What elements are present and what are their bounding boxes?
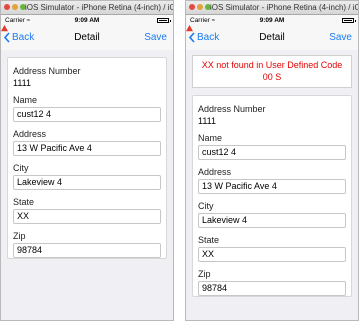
save-button[interactable]: Save: [329, 32, 352, 43]
state-field[interactable]: XX: [13, 209, 161, 224]
ios-status-bar: Carrier ≈ 9:09 AM: [186, 15, 358, 26]
address-label: Address: [13, 129, 47, 139]
navigation-bar: Back Detail Save: [1, 25, 173, 51]
zip-label: Zip: [198, 269, 211, 279]
simulator-titlebar: iOS Simulator - iPhone Retina (4-inch) /…: [1, 1, 173, 15]
name-label: Name: [13, 95, 38, 105]
zip-label: Zip: [13, 231, 26, 241]
simulator-title: iOS Simulator - iPhone Retina (4-inch) /…: [210, 3, 358, 12]
minimize-window-button[interactable]: [12, 4, 18, 10]
save-button[interactable]: Save: [144, 32, 167, 43]
simulator-titlebar: iOS Simulator - iPhone Retina (4-inch) /…: [186, 1, 358, 15]
window-controls: [189, 4, 211, 10]
address-field[interactable]: 13 W Pacific Ave 4: [198, 179, 346, 194]
simulator-window-left: iOS Simulator - iPhone Retina (4-inch) /…: [0, 0, 174, 321]
address-form: Address Number 1111 Name cust12 4 Addres…: [7, 57, 167, 259]
detail-content: Address Number 1111 Name cust12 4 Addres…: [1, 50, 173, 320]
simulator-title: iOS Simulator - iPhone Retina (4-inch) /…: [25, 3, 173, 12]
status-time: 9:09 AM: [74, 17, 100, 24]
address-form: Address Number 1111 Name cust12 4 Addres…: [192, 95, 352, 297]
warning-icon: [1, 25, 8, 32]
state-label: State: [13, 197, 35, 207]
city-label: City: [198, 201, 214, 211]
city-label: City: [13, 163, 29, 173]
address-number-label: Address Number: [13, 66, 81, 76]
name-field[interactable]: cust12 4: [198, 145, 346, 160]
address-number-label: Address Number: [198, 104, 266, 114]
detail-content: XX not found in User Defined Code 00 S A…: [186, 50, 358, 320]
city-field[interactable]: Lakeview 4: [198, 213, 346, 228]
close-window-button[interactable]: [189, 4, 195, 10]
zip-field[interactable]: 98784: [13, 243, 161, 258]
close-window-button[interactable]: [4, 4, 10, 10]
address-number-value: 1111: [198, 116, 217, 126]
city-field[interactable]: Lakeview 4: [13, 175, 161, 190]
warning-icon: [186, 25, 193, 32]
navigation-bar: Back Detail Save: [186, 25, 358, 51]
window-controls: [4, 4, 26, 10]
status-time: 9:09 AM: [259, 17, 285, 24]
state-label: State: [198, 235, 220, 245]
minimize-window-button[interactable]: [197, 4, 203, 10]
simulator-window-right: iOS Simulator - iPhone Retina (4-inch) /…: [185, 0, 359, 321]
battery-icon: [157, 18, 171, 23]
name-label: Name: [198, 133, 223, 143]
error-message: XX not found in User Defined Code 00 S: [192, 55, 352, 88]
state-field[interactable]: XX: [198, 247, 346, 262]
address-field[interactable]: 13 W Pacific Ave 4: [13, 141, 161, 156]
zip-field[interactable]: 98784: [198, 281, 346, 296]
name-field[interactable]: cust12 4: [13, 107, 161, 122]
battery-icon: [342, 18, 356, 23]
address-label: Address: [198, 167, 232, 177]
ios-status-bar: Carrier ≈ 9:09 AM: [1, 15, 173, 26]
address-number-value: 1111: [13, 78, 32, 88]
